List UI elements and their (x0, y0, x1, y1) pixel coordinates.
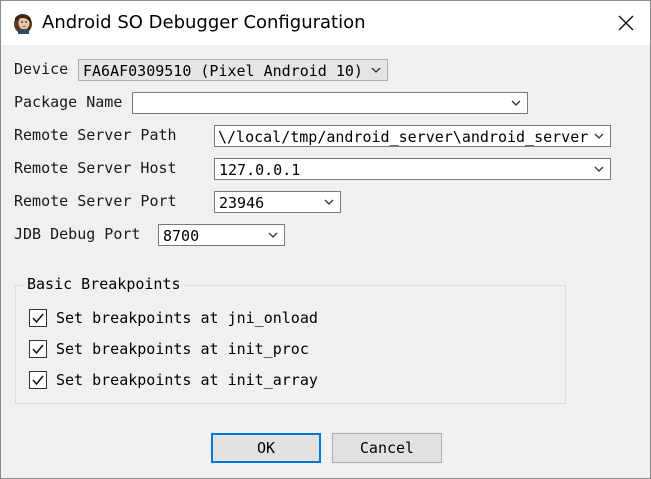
remote-server-port-select[interactable]: 23946 (214, 191, 341, 213)
init-proc-checkbox[interactable] (29, 340, 47, 358)
device-select[interactable]: FA6AF0309510 (Pixel Android 10) (78, 59, 388, 81)
chevron-down-icon (268, 232, 278, 238)
remote-server-host-select[interactable]: 127.0.0.1 (214, 158, 611, 180)
close-icon (618, 15, 634, 31)
checkmark-icon (32, 375, 44, 386)
app-logo-icon (12, 12, 34, 34)
package-name-label: Package Name (14, 93, 123, 111)
jni-onload-checkbox-label[interactable]: Set breakpoints at jni_onload (56, 309, 318, 327)
jdb-debug-port-label: JDB Debug Port (14, 225, 141, 243)
package-name-select[interactable] (132, 92, 528, 114)
ok-button-label: OK (256, 439, 276, 457)
checkmark-icon (32, 313, 44, 324)
remote-server-port-label: Remote Server Port (14, 192, 177, 210)
ok-button[interactable]: OK (211, 433, 321, 463)
device-label: Device (14, 60, 69, 78)
checkmark-icon (32, 344, 44, 355)
chevron-down-icon (324, 199, 334, 205)
remote-server-path-select[interactable]: \/local/tmp/android_server\android_serve… (214, 125, 611, 147)
init-array-checkbox-label[interactable]: Set breakpoints at init_array (56, 371, 318, 389)
title-bar: Android SO Debugger Configuration (1, 1, 650, 45)
chevron-down-icon (594, 166, 604, 172)
chevron-down-icon (371, 67, 381, 73)
remote-server-host-value: 127.0.0.1 (219, 161, 301, 179)
cancel-button-label: Cancel (359, 439, 415, 457)
jdb-debug-port-value: 8700 (163, 227, 200, 245)
close-button[interactable] (603, 1, 650, 45)
remote-server-host-label: Remote Server Host (14, 159, 177, 177)
init-array-checkbox[interactable] (29, 371, 47, 389)
jni-onload-checkbox[interactable] (29, 309, 47, 327)
remote-server-path-label: Remote Server Path (14, 126, 177, 144)
basic-breakpoints-group-label: Basic Breakpoints (23, 275, 185, 293)
jdb-debug-port-select[interactable]: 8700 (158, 224, 285, 246)
init-proc-checkbox-label[interactable]: Set breakpoints at init_proc (56, 340, 309, 358)
dialog-window: Android SO Debugger Configuration Device… (0, 0, 651, 479)
chevron-down-icon (511, 100, 521, 106)
device-select-value: FA6AF0309510 (Pixel Android 10) (83, 62, 363, 80)
window-title: Android SO Debugger Configuration (42, 12, 366, 33)
chevron-down-icon (593, 130, 605, 142)
remote-server-path-value: \/local/tmp/android_server\android_serve… (218, 128, 589, 146)
remote-server-port-value: 23946 (219, 194, 265, 212)
cancel-button[interactable]: Cancel (332, 433, 442, 463)
